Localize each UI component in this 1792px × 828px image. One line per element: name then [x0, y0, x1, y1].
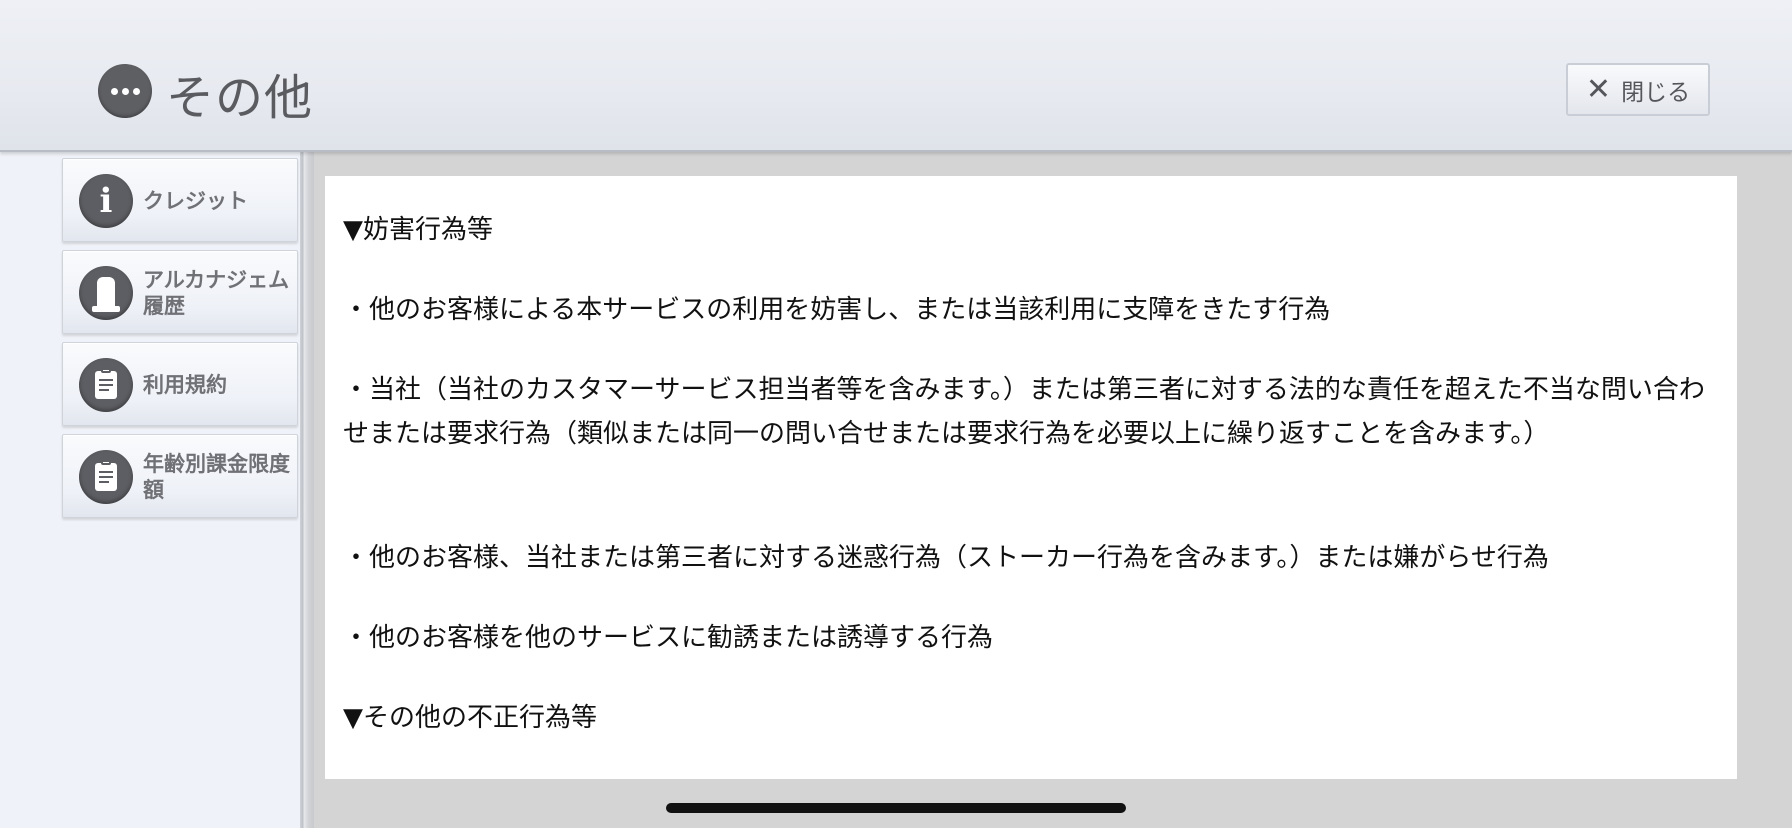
close-button[interactable]: ✕ 閉じる [1566, 63, 1710, 116]
terms-item: ・他のお客様、当社または第三者に対する迷惑行為（ストーカー行為を含みます。）また… [343, 543, 1549, 573]
terms-item: ・当社（当社のカスタマーサービス担当者等を含みます。）または第三者に対する法的な… [343, 375, 1705, 449]
home-indicator[interactable] [666, 803, 1126, 813]
close-icon: ✕ [1585, 71, 1612, 107]
section-heading: ▼その他の不正行為等 [343, 703, 597, 733]
sidebar-item-credit[interactable]: i クレジット [62, 158, 298, 242]
sidebar-item-arcana-gem-history[interactable]: アルカナジェム履歴 [62, 250, 298, 334]
info-icon: i [79, 174, 133, 228]
close-button-label: 閉じる [1621, 79, 1691, 106]
sidebar-item-label: アルカナジェム履歴 [143, 268, 290, 318]
sidebar-item-age-spending-limit[interactable]: 年齢別課金限度額 [62, 434, 298, 518]
section-heading: ▼妨害行為等 [343, 215, 493, 245]
sidebar-item-label: クレジット [143, 189, 248, 213]
terms-item: ・他のお客様による本サービスの利用を妨害し、または当該利用に支障をきたす行為 [343, 295, 1331, 325]
page-title: その他 [166, 70, 314, 126]
sidebar-item-terms-of-use[interactable]: 利用規約 [62, 342, 298, 426]
terms-content-panel[interactable]: ▼妨害行為等 ・他のお客様による本サービスの利用を妨害し、または当該利用に支障を… [325, 176, 1737, 779]
header-bar: その他 ✕ 閉じる [0, 0, 1792, 152]
gem-icon [79, 266, 133, 320]
sidebar-item-label: 利用規約 [143, 373, 227, 397]
sidebar-item-label: 年齢別課金限度額 [143, 452, 290, 502]
sidebar-divider [300, 152, 314, 828]
clipboard-icon [79, 358, 133, 412]
more-icon [98, 64, 152, 118]
terms-item: ・他のお客様を他のサービスに勧誘または誘導する行為 [343, 623, 994, 653]
clipboard-icon [79, 450, 133, 504]
